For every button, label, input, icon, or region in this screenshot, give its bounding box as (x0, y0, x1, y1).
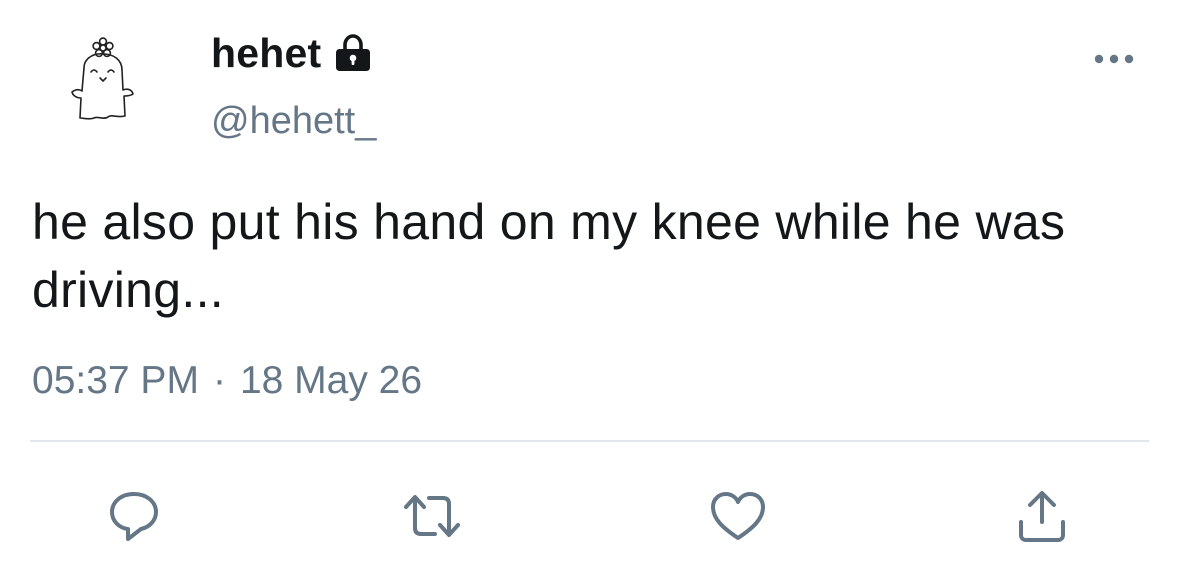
display-name[interactable]: hehet (211, 26, 321, 80)
heart-icon (711, 492, 765, 540)
ghost-avatar-icon (71, 37, 134, 120)
user-handle[interactable]: @hehett_ (211, 96, 376, 146)
tweet-text: he also put his hand on my knee while he… (32, 194, 1066, 318)
tweet-time[interactable]: 05:37 PM (32, 359, 199, 402)
tweet-timestamp[interactable]: 05:37 PM · 18 May 26 (32, 354, 422, 408)
more-icon[interactable] (1092, 46, 1136, 72)
share-button[interactable] (1010, 484, 1074, 548)
reply-icon (110, 492, 158, 541)
reply-button[interactable] (102, 484, 166, 548)
lock-icon (336, 34, 371, 71)
display-name-row[interactable]: hehet (211, 26, 373, 80)
like-button[interactable] (706, 484, 770, 548)
retweet-button[interactable] (400, 484, 464, 548)
timestamp-separator: · (212, 359, 226, 402)
tweet-date[interactable]: 18 May 26 (240, 359, 422, 402)
retweet-icon (404, 495, 460, 537)
share-icon (1019, 491, 1065, 542)
divider (30, 440, 1149, 442)
avatar[interactable] (62, 36, 146, 132)
tweet-card: hehet @hehett_ he also put his hand on m… (0, 0, 1179, 583)
